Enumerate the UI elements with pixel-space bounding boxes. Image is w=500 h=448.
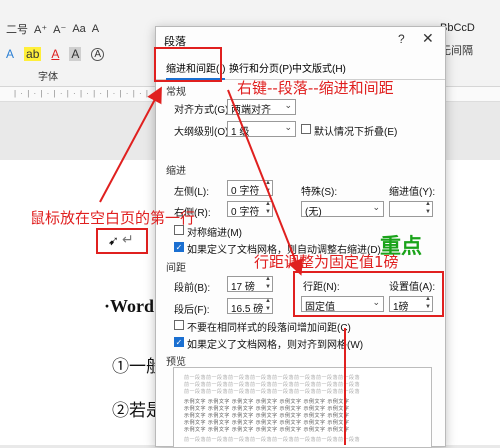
line-spacing-at-label: 设置值(A):: [389, 282, 436, 293]
special-indent-select[interactable]: (无) ⌄: [301, 201, 384, 218]
tab-highlight-box: [154, 47, 222, 82]
preview-sample-line: 示例文字 示例文字 示例文字 示例文字 示例文字 示例文字 示例文字: [184, 399, 350, 405]
preview-sample-line: 示例文字 示例文字 示例文字 示例文字 示例文字 示例文字 示例文字: [184, 427, 350, 433]
font-size-select[interactable]: 二号: [6, 21, 28, 37]
line-spacing-value: 固定值: [305, 302, 335, 313]
indent-value-label: 缩进值(Y):: [389, 187, 436, 198]
spin-arrows-icon[interactable]: ▲ ▼: [425, 295, 431, 311]
left-indent-spinner[interactable]: 0 字符 ▲ ▼: [227, 179, 273, 197]
text-effect-button[interactable]: A: [6, 47, 14, 61]
outline-level-value: 1 级: [231, 127, 250, 138]
snap-to-grid-label: 如果定义了文档网格，则对齐到网格(W): [187, 340, 364, 351]
indent-section-title: 缩进: [166, 166, 186, 177]
chevron-down-icon: ⌄: [284, 122, 292, 132]
collapsed-label: 默认情况下折叠(E): [314, 127, 398, 138]
preview-box: 前一段落前一段落前一段落前一段落前一段落前一段落前一段落前一段落 前一段落前一段…: [173, 367, 432, 448]
indent-value-spinner[interactable]: ▲ ▼: [389, 201, 433, 217]
preview-prev-line: 前一段落前一段落前一段落前一段落前一段落前一段落前一段落前一段落: [184, 375, 361, 381]
left-indent-label: 左侧(L):: [174, 187, 209, 198]
line-spacing-at-value: 1磅: [393, 302, 409, 313]
alignment-value: 两端对齐: [231, 105, 271, 116]
general-section-title: 常规: [166, 87, 186, 98]
enclose-char-button[interactable]: A: [91, 47, 105, 61]
preview-sample-line: 示例文字 示例文字 示例文字 示例文字 示例文字 示例文字 示例文字: [184, 420, 350, 426]
font-color-button[interactable]: A: [51, 47, 59, 61]
alignment-label: 对齐方式(G):: [174, 105, 232, 116]
space-before-spinner[interactable]: 17 磅 ▲ ▼: [227, 275, 273, 293]
line-spacing-label: 行距(N):: [303, 282, 340, 293]
auto-adjust-checkbox[interactable]: ✓: [174, 242, 184, 252]
highlight-button[interactable]: ab: [24, 47, 42, 61]
chevron-down-icon: ⌄: [372, 297, 380, 307]
outline-level-select[interactable]: 1 级 ⌄: [227, 121, 296, 138]
grow-font-button[interactable]: A⁺: [34, 23, 47, 36]
shrink-font-button[interactable]: A⁻: [53, 23, 66, 36]
preview-section-title: 预览: [166, 357, 186, 368]
space-before-label: 段前(B):: [174, 283, 211, 294]
line-spacing-annotation: 行距调整为固定值1磅: [254, 253, 399, 271]
font-size-row: 二号 A⁺ A⁻ Aa A: [0, 18, 99, 40]
clear-format-button[interactable]: A: [92, 23, 99, 35]
collapsed-checkbox[interactable]: [301, 124, 311, 134]
doc-heading: ·Word: [104, 296, 155, 316]
line-spacing-at-spinner[interactable]: 1磅 ▲ ▼: [389, 295, 433, 313]
spin-arrows-icon[interactable]: ▲ ▼: [265, 297, 271, 313]
right-indent-value: 0 字符: [231, 207, 260, 218]
right-click-annotation: 右键--段落--缩进和间距: [237, 79, 394, 97]
preview-next-line: 前一段落前一段落前一段落前一段落前一段落前一段落前一段落前一段落: [184, 437, 361, 443]
space-after-label: 段后(F):: [174, 305, 210, 316]
space-after-value: 16.5 磅: [231, 304, 264, 315]
special-indent-value: (无): [305, 207, 322, 218]
spacing-section-title: 间距: [166, 263, 186, 274]
alignment-select[interactable]: 两端对齐 ⌄: [227, 99, 296, 116]
right-indent-spinner[interactable]: 0 字符 ▲ ▼: [227, 200, 273, 218]
spin-arrows-icon[interactable]: ▲ ▼: [265, 200, 271, 216]
change-case-button[interactable]: Aa: [72, 23, 85, 35]
spin-arrows-icon[interactable]: ▲ ▼: [425, 200, 431, 216]
mirror-indent-label: 对称缩进(M): [187, 228, 242, 239]
space-after-spinner[interactable]: 16.5 磅 ▲ ▼: [227, 297, 273, 315]
outline-level-label: 大纲级别(O):: [174, 127, 232, 138]
spin-arrows-icon[interactable]: ▲ ▼: [265, 179, 271, 195]
chevron-down-icon: ⌄: [372, 202, 380, 212]
spin-arrows-icon[interactable]: ▲ ▼: [265, 275, 271, 291]
mouse-annotation: 鼠标放在空白页的第一行: [30, 209, 196, 227]
preview-sample-line: 示例文字 示例文字 示例文字 示例文字 示例文字 示例文字 示例文字: [184, 406, 350, 412]
font-format-row: A ab A A A: [0, 42, 105, 66]
mouse-pointer-icon: ➹: [108, 233, 119, 248]
help-button[interactable]: ?: [398, 32, 405, 46]
paragraph-mark: ↵: [122, 231, 134, 247]
tab-asian-typography[interactable]: 中文版式(H): [292, 60, 346, 75]
snap-to-grid-checkbox[interactable]: ✓: [174, 337, 184, 347]
preview-sample-line: 示例文字 示例文字 示例文字 示例文字 示例文字 示例文字 示例文字: [184, 413, 350, 419]
no-space-same-style-label: 不要在相同样式的段落间增加间距(C): [187, 323, 351, 334]
preview-prev-line: 前一段落前一段落前一段落前一段落前一段落前一段落前一段落前一段落: [184, 382, 361, 388]
close-icon[interactable]: ✕: [422, 30, 434, 47]
line-spacing-select[interactable]: 固定值 ⌄: [301, 296, 384, 313]
left-indent-value: 0 字符: [231, 186, 260, 197]
chevron-down-icon: ⌄: [284, 100, 292, 110]
no-space-same-style-checkbox[interactable]: [174, 320, 184, 330]
tab-line-page-breaks[interactable]: 换行和分页(P): [229, 60, 292, 75]
space-before-value: 17 磅: [231, 282, 255, 293]
special-indent-label: 特殊(S):: [301, 187, 338, 198]
preview-prev-line: 前一段落前一段落前一段落前一段落前一段落前一段落前一段落前一段落: [184, 389, 361, 395]
font-group-label: 字体: [38, 72, 58, 83]
cursor-redbox: ➹ ↵: [96, 228, 148, 254]
char-shading-button[interactable]: A: [69, 47, 82, 61]
